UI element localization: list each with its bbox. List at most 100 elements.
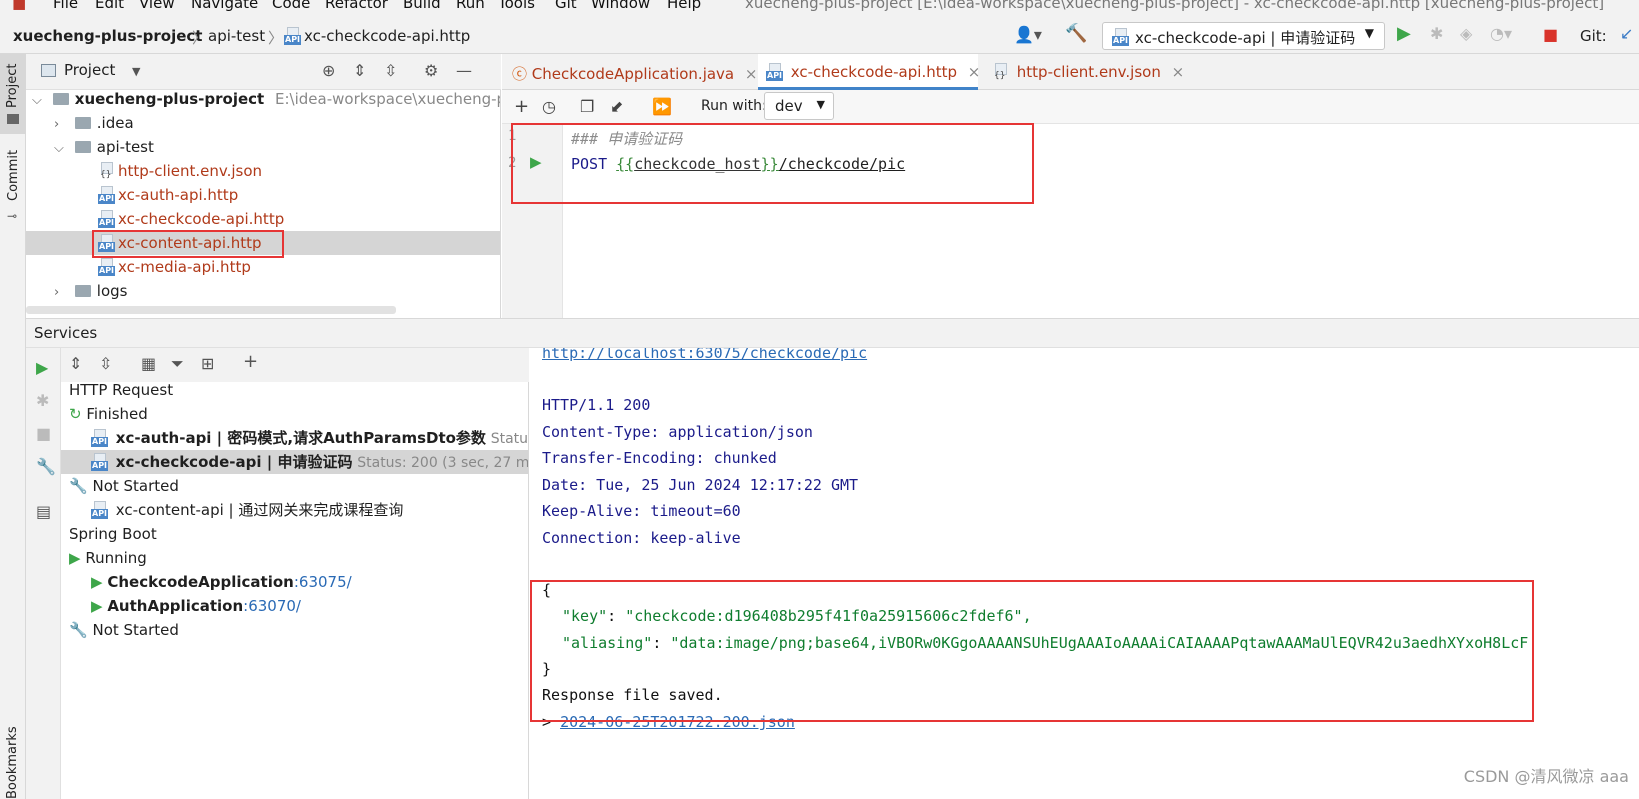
window-title: xuecheng-plus-project [E:\idea-workspace… xyxy=(745,0,1605,12)
collapse-all-icon[interactable]: ⇳ xyxy=(384,63,397,79)
menu-edit[interactable]: Edit xyxy=(95,0,124,12)
close-icon[interactable]: × xyxy=(1172,63,1185,81)
menu-tools[interactable]: Tools xyxy=(498,0,535,12)
debug-icon[interactable]: ✱ xyxy=(1430,26,1443,42)
service-item-auth-application[interactable]: ▶ AuthApplication:63070/ xyxy=(91,594,301,618)
services-side-toolbar: ▶ ✱ ■ 🔧 ▤ xyxy=(26,348,61,799)
run-icon[interactable]: ▶ xyxy=(36,360,48,376)
breadcrumb-file[interactable]: API xc-checkcode-api.http xyxy=(284,27,470,45)
menu-build[interactable]: Build xyxy=(403,0,441,12)
tree-item-xc-media-api[interactable]: API xc-media-api.http xyxy=(98,255,251,279)
breadcrumb-folder[interactable]: api-test xyxy=(208,27,265,45)
tree-item-label: .idea xyxy=(96,114,134,132)
folder-icon xyxy=(74,285,91,297)
services-group-not-started[interactable]: 🔧 Not Started xyxy=(69,474,179,498)
tree-item-http-client-env[interactable]: {} http-client.env.json xyxy=(98,159,262,183)
run-all-icon[interactable]: ⏩ xyxy=(652,99,672,115)
tree-root[interactable]: ⌵ xuecheng-plus-project E:\idea-workspac… xyxy=(32,90,500,111)
layout-icon[interactable]: ▤ xyxy=(36,504,51,520)
service-item-xc-checkcode-api[interactable]: API xc-checkcode-api | 申请验证码 Status: 200… xyxy=(91,450,528,474)
stop-icon[interactable]: ■ xyxy=(36,426,51,442)
menu-git[interactable]: Git xyxy=(555,0,577,12)
commit-tool-button[interactable]: Commit ⊸ xyxy=(0,149,26,229)
run-configuration-select[interactable]: API xc-checkcode-api | 申请验证码 ▼ xyxy=(1102,22,1385,50)
api-file-icon: API xyxy=(91,453,109,471)
tree-item-api-test[interactable]: ⌵ api-test xyxy=(54,135,154,159)
tree-root-label: xuecheng-plus-project xyxy=(74,90,265,108)
menu-code[interactable]: Code xyxy=(272,0,310,12)
locate-icon[interactable]: ⊕ xyxy=(322,63,335,79)
breadcrumb-file-label: xc-checkcode-api.http xyxy=(304,27,471,45)
tree-item-label: xc-auth-api.http xyxy=(118,186,239,204)
project-panel-title[interactable]: Project xyxy=(64,61,115,79)
menu-window[interactable]: Window xyxy=(591,0,650,12)
services-group-running[interactable]: ▶ Running xyxy=(69,546,147,570)
project-tool-button[interactable]: Project xyxy=(0,54,26,134)
services-group-spring-boot[interactable]: Spring Boot xyxy=(69,522,157,546)
close-icon[interactable]: × xyxy=(745,65,758,83)
services-group-not-started-2[interactable]: 🔧 Not Started xyxy=(69,618,179,642)
add-service-icon[interactable]: + xyxy=(243,353,258,371)
add-request-icon[interactable]: + xyxy=(514,98,529,116)
response-header: Content-Type: application/json xyxy=(542,423,813,441)
debug-icon[interactable]: ✱ xyxy=(36,393,49,409)
tab-xc-checkcode-api[interactable]: API xc-checkcode-api.http × xyxy=(758,54,981,90)
history-icon[interactable]: ◷ xyxy=(542,99,556,115)
gear-icon[interactable]: ⚙ xyxy=(424,63,438,79)
tree-item-label: xc-media-api.http xyxy=(118,258,251,276)
request-url-link[interactable]: http://localhost:63075/checkcode/pic xyxy=(542,348,867,362)
breadcrumb-project[interactable]: xuecheng-plus-project xyxy=(13,27,202,45)
chevron-down-icon[interactable]: ▼ xyxy=(132,65,140,78)
service-item-xc-auth-api[interactable]: API xc-auth-api | 密码模式,请求AuthParamsDto参数… xyxy=(91,426,528,450)
horizontal-scrollbar[interactable] xyxy=(26,306,396,314)
app-port-link[interactable]: :63075/ xyxy=(294,573,352,591)
group-label: Running xyxy=(85,549,147,567)
run-icon[interactable]: ▶ xyxy=(1397,25,1411,43)
expand-all-icon[interactable]: ⇕ xyxy=(353,63,366,79)
menu-file[interactable]: File xyxy=(53,0,78,12)
stop-icon[interactable]: ■ xyxy=(1543,27,1558,43)
menu-view[interactable]: View xyxy=(139,0,175,12)
breadcrumb-separator-icon: 〉 xyxy=(268,29,284,47)
group-by-icon[interactable]: ▦ xyxy=(141,356,156,372)
service-item-checkcode-application[interactable]: ▶ CheckcodeApplication:63075/ xyxy=(91,570,352,594)
tree-item-xc-checkcode-api[interactable]: API xc-checkcode-api.http xyxy=(98,207,284,231)
coverage-icon[interactable]: ◈ xyxy=(1460,26,1472,42)
new-tab-icon[interactable]: ⊞ xyxy=(201,356,214,372)
tab-checkcode-application[interactable]: ⓒ CheckcodeApplication.java × xyxy=(512,54,757,90)
environment-select[interactable]: dev ▼ xyxy=(764,92,834,120)
tree-item-idea[interactable]: › .idea xyxy=(54,111,134,135)
menu-run[interactable]: Run xyxy=(456,0,485,12)
menu-navigate[interactable]: Navigate xyxy=(191,0,258,12)
collapse-all-icon[interactable]: ⇳ xyxy=(99,356,112,372)
folder-icon xyxy=(74,141,91,153)
convert-icon[interactable]: ⬋ xyxy=(610,99,623,115)
tree-item-logs[interactable]: › logs xyxy=(54,279,127,303)
response-output[interactable]: http://localhost:63075/checkcode/pic HTT… xyxy=(530,348,1639,799)
json-file-icon: {} xyxy=(992,63,1008,81)
menu-help[interactable]: Help xyxy=(667,0,701,12)
service-item-xc-content-api[interactable]: API xc-content-api | 通过网关来完成课程查询 xyxy=(91,498,403,522)
expand-all-icon[interactable]: ⇕ xyxy=(69,356,82,372)
tree-root-path: E:\idea-workspace\xuecheng-plus-project xyxy=(275,90,500,108)
wrench-icon[interactable]: 🔧 xyxy=(36,459,56,475)
minimize-icon[interactable]: — xyxy=(456,63,472,79)
services-group-finished[interactable]: ↻ Finished xyxy=(69,402,148,426)
close-icon[interactable]: × xyxy=(968,63,981,81)
user-icon[interactable]: 👤▾ xyxy=(1014,27,1042,43)
filter-icon[interactable]: ⏷ xyxy=(171,356,184,372)
highlight-box xyxy=(92,230,284,258)
response-header: Connection: keep-alive xyxy=(542,529,741,547)
examples-icon[interactable]: ❐ xyxy=(580,99,594,115)
services-toolbar: ⇕ ⇳ ▦ ⏷ ⊞ + xyxy=(61,348,529,382)
api-file-icon: API xyxy=(98,210,116,228)
tab-http-client-env[interactable]: {} http-client.env.json × xyxy=(986,54,1186,90)
tree-item-xc-auth-api[interactable]: API xc-auth-api.http xyxy=(98,183,238,207)
profile-icon[interactable]: ◔▾ xyxy=(1490,26,1512,42)
services-group-http-request[interactable]: HTTP Request xyxy=(69,382,173,402)
app-port-link[interactable]: :63070/ xyxy=(243,597,301,615)
bookmarks-tool-button[interactable]: Bookmarks xyxy=(0,714,26,799)
git-update-icon[interactable]: ↙ xyxy=(1620,26,1633,42)
menu-refactor[interactable]: Refactor xyxy=(325,0,388,12)
build-hammer-icon[interactable]: 🔨 xyxy=(1065,25,1087,43)
